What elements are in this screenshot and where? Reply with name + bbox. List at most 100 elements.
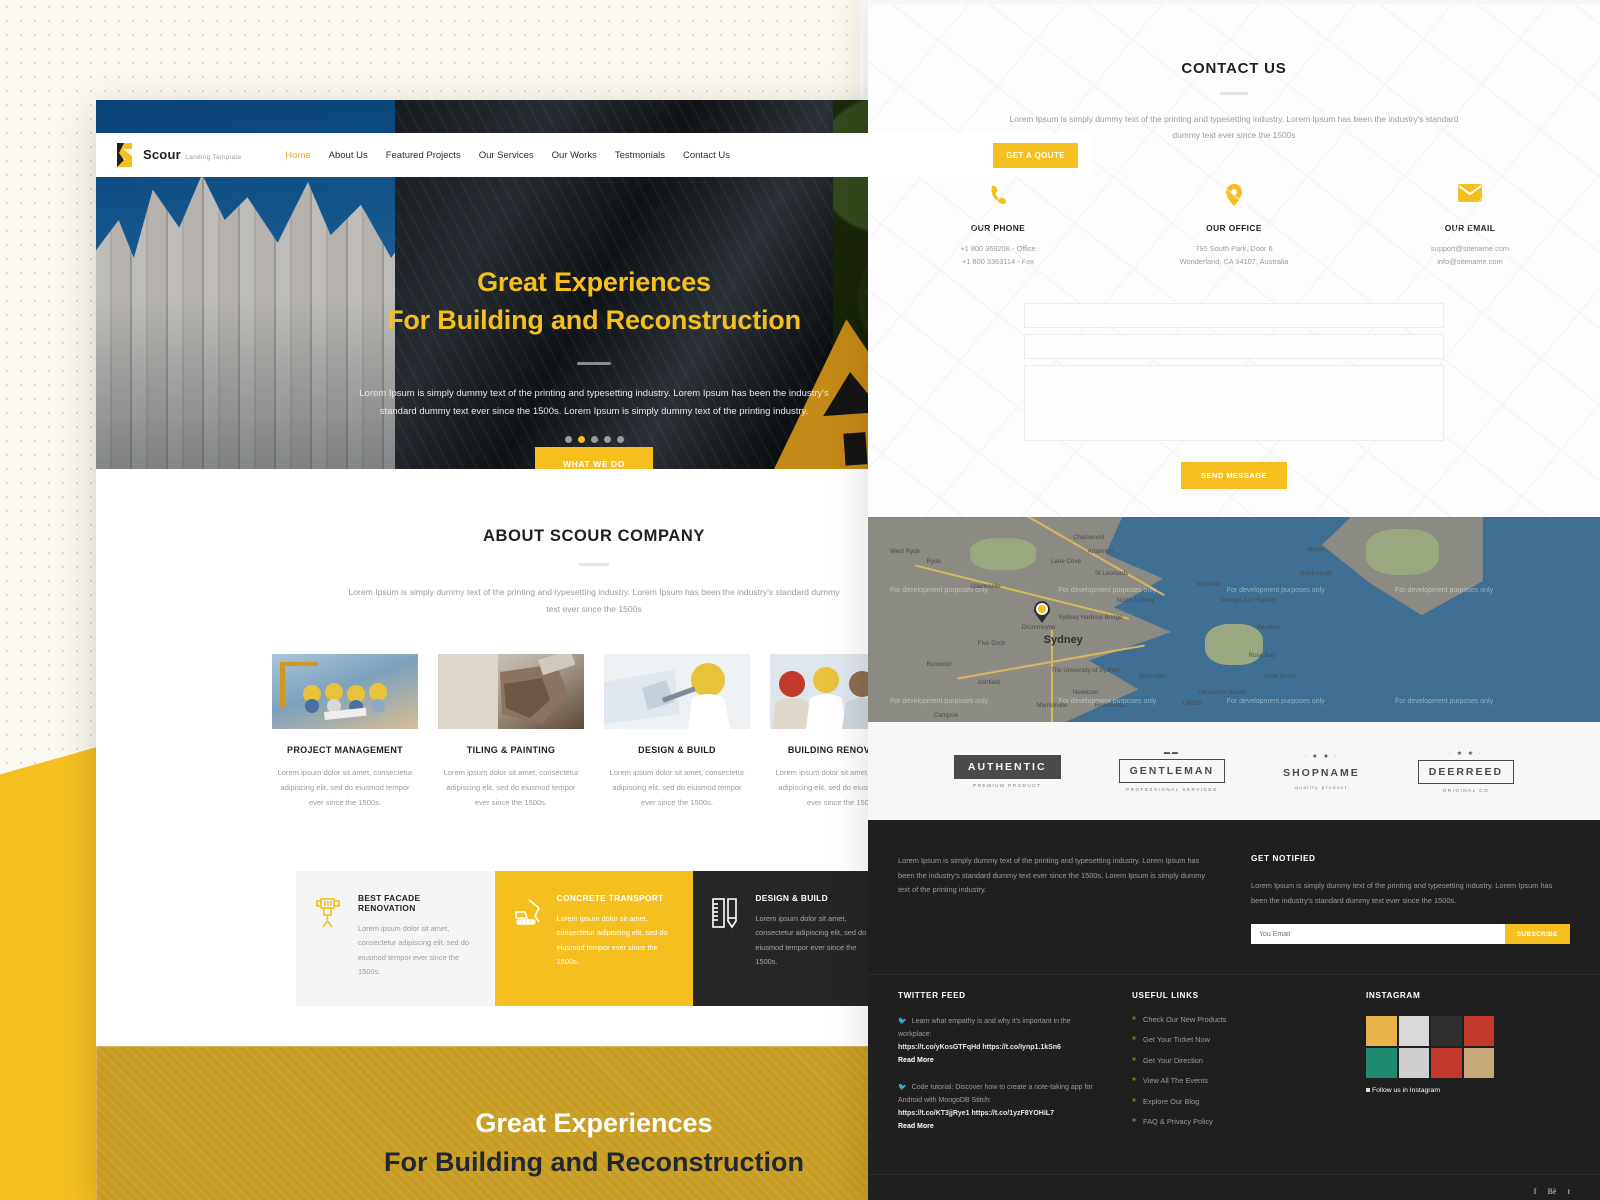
card-text: Lorem ipsum dolor sit amet, consectetur …: [277, 768, 413, 807]
service-card[interactable]: PROJECT MANAGEMENT Lorem ipsum dolor sit…: [272, 654, 418, 810]
map-label: Five Dock: [977, 640, 1006, 648]
carousel-dot-3[interactable]: [590, 436, 598, 443]
map-watermark: For development purposes only: [889, 586, 989, 594]
nav-item-home[interactable]: Home: [285, 150, 310, 161]
instagram-tile[interactable]: [1431, 1016, 1462, 1047]
twitter-icon: 🐦: [898, 1018, 907, 1026]
twitter-icon[interactable]: t: [1567, 1187, 1570, 1196]
instagram-follow-link[interactable]: ◙ Follow us in Instagram: [1366, 1087, 1570, 1094]
map-label: West Ryde: [889, 547, 921, 555]
nav-item-testmonials[interactable]: Testmonials: [615, 150, 665, 161]
nav-item-our-works[interactable]: Our Works: [552, 150, 597, 161]
facebook-icon[interactable]: f: [1534, 1187, 1537, 1196]
hero-paragraph: Lorem Ipsum is simply dummy text of the …: [359, 387, 829, 417]
behance-icon[interactable]: Bē: [1547, 1187, 1556, 1196]
site-logo[interactable]: Scour Landing Template: [114, 142, 241, 168]
stars-icon: · ★ ★ ·: [1304, 753, 1339, 760]
secondary-hero-line1: Great Experiences: [475, 1107, 713, 1138]
useful-link-item[interactable]: Get Your Direction: [1132, 1056, 1336, 1064]
carousel-dot-4[interactable]: [603, 436, 611, 443]
footer-about-text: Lorem Ipsum is simply dummy text of the …: [898, 856, 1206, 895]
panel-best-facade-renovation[interactable]: BEST FACADE RENOVATION Lorem ipsum dolor…: [296, 870, 495, 1006]
what-we-do-button[interactable]: WHAT WE DO: [534, 446, 654, 469]
map-label: North Bondi: [1263, 672, 1296, 680]
instagram-tile[interactable]: [1398, 1048, 1429, 1079]
map-watermark: For development purposes only: [1226, 586, 1325, 594]
instagram-tile[interactable]: [1463, 1016, 1494, 1047]
logo-text: Scour Landing Template: [143, 146, 241, 164]
map-label: St Leonards: [1094, 570, 1129, 578]
useful-link-item[interactable]: Get Your Ticket Now: [1132, 1035, 1336, 1043]
secondary-hero-section: Great Experiences For Building and Recon…: [96, 1045, 1092, 1200]
useful-link-item[interactable]: Check Our New Products: [1132, 1015, 1336, 1023]
subscribe-email-input[interactable]: [1251, 924, 1505, 945]
instagram-heading: INSTAGRAM: [1366, 991, 1421, 1001]
map-watermark: For development purposes only: [1395, 697, 1494, 705]
tweet-text: Learn what empathy is and why it's impor…: [898, 1018, 1071, 1038]
useful-link-item[interactable]: Explore Our Blog: [1132, 1097, 1336, 1105]
useful-links-list: Check Our New Products Get Your Ticket N…: [1132, 1015, 1336, 1126]
carousel-dot-2[interactable]: [577, 436, 585, 443]
useful-link-item[interactable]: View All The Events: [1132, 1076, 1336, 1084]
instagram-tile[interactable]: [1366, 1016, 1397, 1047]
hero-headline-line1: Great Experiences: [477, 267, 711, 297]
map-label: Taronga Zoo Sydney: [1219, 597, 1277, 605]
contact-divider: [1220, 92, 1248, 95]
card-image-tiling-painting: [438, 654, 584, 730]
card-title: PROJECT MANAGEMENT: [287, 745, 403, 756]
instagram-tile[interactable]: [1366, 1048, 1397, 1079]
carousel-dot-1[interactable]: [564, 436, 572, 443]
instagram-grid: [1366, 1016, 1494, 1079]
get-notified-text: Lorem Ipsum is simply dummy text of the …: [1251, 881, 1553, 905]
panel-design-build[interactable]: DESIGN & BUILD Lorem ipsum dolor sit ame…: [693, 870, 893, 1006]
footer-top: Lorem Ipsum is simply dummy text of the …: [868, 854, 1600, 974]
panel-concrete-transport[interactable]: CONCRETE TRANSPORT Lorem ipsum dolor sit…: [494, 870, 694, 1006]
footer-useful-links: USEFUL LINKS Check Our New Products Get …: [1132, 991, 1336, 1148]
panel-body: BEST FACADE RENOVATION Lorem ipsum dolor…: [358, 893, 477, 980]
contact-header: CONTACT US Lorem Ipsum is simply dummy t…: [868, 60, 1600, 144]
panel-body: CONCRETE TRANSPORT Lorem ipsum dolor sit…: [557, 893, 676, 980]
brand-name: SHOPNAME: [1283, 766, 1360, 779]
card-title: DESIGN & BUILD: [638, 745, 716, 756]
instagram-tile[interactable]: [1463, 1048, 1494, 1079]
card-text: Lorem ipsum dolor sit amet, consectetur …: [609, 768, 745, 807]
send-message-button[interactable]: SEND MESSAGE: [1181, 462, 1287, 490]
map-label: UNSW: [1182, 699, 1202, 707]
twitter-feed-heading: TWITTER FEED: [898, 991, 966, 1001]
nav-item-featured-projects[interactable]: Featured Projects: [386, 150, 461, 161]
about-divider: [579, 563, 609, 566]
instagram-tile[interactable]: [1431, 1048, 1462, 1079]
nav-item-our-services[interactable]: Our Services: [479, 150, 534, 161]
carousel-dot-5[interactable]: [616, 436, 624, 443]
map-label: Campsie: [933, 711, 959, 719]
map-watermark: For development purposes only: [1395, 586, 1494, 594]
map-park-3: [1365, 529, 1439, 575]
map-watermark: For development purposes only: [1226, 697, 1325, 705]
map-watermark: For development purposes only: [1058, 586, 1157, 594]
map-label: Vaucluse: [1255, 623, 1281, 631]
nav-item-contact-us[interactable]: Contact Us: [683, 150, 730, 161]
brand-logos-strip: AUTHENTIC PREMIUM PRODUCT ▬▬ GENTLEMAN P…: [868, 722, 1600, 821]
card-image-project-management: [272, 654, 418, 730]
brand-tagline: PREMIUM PRODUCT: [973, 782, 1042, 788]
brand-tagline: quality product: [1295, 784, 1348, 790]
nav-links: Home About Us Featured Projects Our Serv…: [285, 150, 730, 161]
panel-title: CONCRETE TRANSPORT: [556, 892, 664, 903]
brand-logo-deerreed: · ★ ★ · DEERREED ORIGINAL CO: [1417, 750, 1515, 793]
get-a-quote-button[interactable]: GET A QOUTE: [993, 142, 1078, 168]
nav-item-about-us[interactable]: About Us: [329, 150, 368, 161]
jackhammer-icon: [314, 893, 344, 980]
useful-link-item[interactable]: FAQ & Privacy Policy: [1132, 1117, 1336, 1125]
brand-logo-gentleman: ▬▬ GENTLEMAN PROFESSIONAL SERVICES: [1118, 750, 1226, 792]
map-label: Drummoyne: [1021, 623, 1056, 631]
hero-content: Great Experiences For Building and Recon…: [96, 177, 1092, 469]
subscribe-button[interactable]: SUBSCRIBE: [1504, 924, 1570, 945]
map-label: Mosman: [1197, 580, 1222, 588]
panel-text: Lorem ipsum dolor sit amet, consectetur …: [755, 913, 867, 967]
footer-get-notified: GET NOTIFIED Lorem Ipsum is simply dummy…: [1251, 854, 1570, 945]
service-card[interactable]: DESIGN & BUILD Lorem ipsum dolor sit ame…: [604, 654, 750, 810]
location-map[interactable]: Chatswood Artarmon Lane Cove West Ryde R…: [868, 517, 1600, 723]
service-card[interactable]: TILING & PAINTING Lorem ipsum dolor sit …: [438, 654, 584, 810]
instagram-tile[interactable]: [1398, 1016, 1429, 1047]
moustache-icon: ▬▬: [1163, 750, 1180, 757]
